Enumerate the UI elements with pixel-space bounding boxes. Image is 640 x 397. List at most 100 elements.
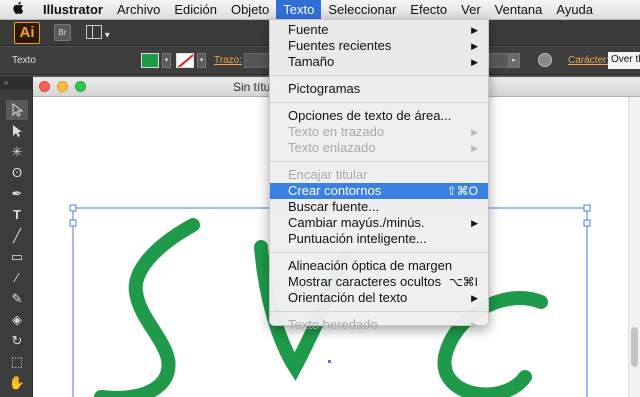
stroke-dropdown-icon[interactable]: ▾: [197, 53, 206, 68]
menu-item-texto-heredado: Texto heredado ▶: [270, 317, 488, 333]
menu-item-label: Mostrar caracteres ocultos: [288, 274, 442, 289]
menu-separator: [270, 311, 488, 312]
menu-illustrator[interactable]: Illustrator: [36, 0, 110, 20]
selection-tool-icon[interactable]: [6, 100, 28, 120]
menu-item-texto-en-trazado: Texto en trazado ▶: [270, 124, 488, 140]
menu-item-puntuacion-inteligente[interactable]: Puntuación inteligente...: [270, 231, 488, 247]
submenu-arrow-icon: ▶: [471, 218, 478, 228]
menu-item-shortcut: ⇧⌘O: [446, 184, 478, 198]
menu-item-encajar-titular: Encajar titular: [270, 167, 488, 183]
menu-edicion[interactable]: Edición: [167, 0, 224, 20]
menu-item-label: Opciones de texto de área...: [288, 108, 452, 123]
menu-item-label: Alineación óptica de margen: [288, 258, 453, 273]
menu-item-label: Fuentes recientes: [288, 38, 392, 53]
submenu-arrow-icon: ▶: [471, 41, 478, 51]
menu-item-tamano[interactable]: Tamaño ▶: [270, 54, 488, 70]
bbox-handle-right[interactable]: [583, 219, 591, 227]
menu-objeto[interactable]: Objeto: [224, 0, 276, 20]
pen-tool-icon[interactable]: ✒: [6, 184, 28, 204]
menu-ver[interactable]: Ver: [454, 0, 488, 20]
recolor-artwork-icon[interactable]: [538, 53, 552, 67]
scale-tool-icon[interactable]: ⬚: [6, 352, 28, 372]
menu-item-pictogramas[interactable]: Pictogramas: [270, 81, 488, 97]
menu-separator: [270, 161, 488, 162]
apple-logo-icon: [13, 1, 24, 15]
rotate-tool-icon[interactable]: ↻: [6, 331, 28, 351]
character-label-link[interactable]: Carácter:: [568, 55, 609, 66]
menu-item-label: Buscar fuente...: [288, 199, 380, 214]
menu-separator: [270, 75, 488, 76]
stroke-weight-field[interactable]: [244, 53, 268, 68]
illustrator-logo: Ai: [14, 22, 40, 44]
menu-item-orientacion-texto[interactable]: Orientación del texto ▶: [270, 290, 488, 306]
line-tool-icon[interactable]: ╱: [6, 226, 28, 246]
fill-color-swatch[interactable]: [141, 53, 159, 68]
menu-item-fuente[interactable]: Fuente ▶: [270, 22, 488, 38]
zoom-window-button[interactable]: [75, 81, 86, 92]
opacity-dropdown-icon[interactable]: ▸: [508, 53, 520, 68]
texto-dropdown-menu: Fuente ▶ Fuentes recientes ▶ Tamaño ▶ Picto…: [269, 19, 489, 332]
submenu-arrow-icon: ▶: [471, 127, 478, 137]
document-title: Sin títul: [233, 80, 274, 94]
vertical-scrollbar[interactable]: [628, 97, 640, 397]
close-window-button[interactable]: [39, 81, 50, 92]
magic-wand-tool-icon[interactable]: ✳: [6, 142, 28, 162]
stroke-color-swatch[interactable]: [176, 53, 194, 68]
menu-efecto[interactable]: Efecto: [403, 0, 454, 20]
menu-ventana[interactable]: Ventana: [488, 0, 550, 20]
menu-item-label: Texto en trazado: [288, 124, 385, 139]
arrange-documents-button[interactable]: ▾: [86, 24, 112, 41]
warp-tool-icon[interactable]: ✋: [6, 373, 28, 393]
type-tool-icon[interactable]: T: [6, 205, 28, 225]
tools-panel: » ✳ ʘ ✒ T ╱ ▭ ⁄ ✎ ◈ ↻ ⬚ ✋: [0, 76, 33, 397]
submenu-arrow-icon: ▶: [471, 25, 478, 35]
menu-item-label: Orientación del texto: [288, 290, 408, 305]
fill-dropdown-icon[interactable]: ▾: [162, 53, 171, 68]
chevron-down-icon: ▾: [104, 30, 110, 41]
menu-ayuda[interactable]: Ayuda: [549, 0, 600, 20]
menu-item-texto-enlazado: Texto enlazado ▶: [270, 140, 488, 156]
menu-item-label: Texto heredado: [288, 317, 378, 332]
letter-s-stroke: [94, 218, 200, 397]
pencil-tool-icon[interactable]: ✎: [6, 289, 28, 309]
menu-item-cambiar-mayus[interactable]: Cambiar mayús./minús. ▶: [270, 215, 488, 231]
selection-type-label: Texto: [12, 55, 36, 66]
menu-item-opciones-texto-area[interactable]: Opciones de texto de área...: [270, 108, 488, 124]
menu-separator: [270, 252, 488, 253]
stroke-label-link[interactable]: Trazo:: [214, 55, 242, 66]
menu-item-label: Pictogramas: [288, 81, 361, 96]
bridge-button[interactable]: Br: [54, 24, 71, 41]
lasso-tool-icon[interactable]: ʘ: [6, 163, 28, 183]
scrollbar-thumb[interactable]: [631, 327, 638, 367]
menu-item-label: Cambiar mayús./minús.: [288, 215, 425, 230]
menu-item-crear-contornos[interactable]: Crear contornos ⇧⌘O: [270, 183, 488, 199]
menu-item-mostrar-caracteres[interactable]: Mostrar caracteres ocultos ⌥⌘I: [270, 274, 488, 290]
menu-seleccionar[interactable]: Seleccionar: [321, 0, 403, 20]
menu-archivo[interactable]: Archivo: [110, 0, 167, 20]
menu-separator: [270, 102, 488, 103]
minimize-window-button[interactable]: [57, 81, 68, 92]
font-family-field[interactable]: Over the: [608, 52, 640, 69]
menu-item-label: Crear contornos: [288, 183, 382, 198]
submenu-arrow-icon: ▶: [471, 57, 478, 67]
apple-menu-icon[interactable]: [0, 1, 36, 18]
menu-texto[interactable]: Texto: [276, 0, 322, 20]
menu-item-fuentes-recientes[interactable]: Fuentes recientes ▶: [270, 38, 488, 54]
bbox-handle-top-right[interactable]: [583, 204, 591, 212]
direct-selection-tool-icon[interactable]: [6, 121, 28, 141]
paintbrush-tool-icon[interactable]: ⁄: [6, 268, 28, 288]
rectangle-tool-icon[interactable]: ▭: [6, 247, 28, 267]
menu-item-label: Fuente: [288, 22, 329, 37]
menu-item-buscar-fuente[interactable]: Buscar fuente...: [270, 199, 488, 215]
tools-panel-grip[interactable]: »: [0, 76, 33, 90]
menu-item-alineacion-optica[interactable]: Alineación óptica de margen: [270, 258, 488, 274]
submenu-arrow-icon: ▶: [471, 320, 478, 330]
submenu-arrow-icon: ▶: [471, 293, 478, 303]
bbox-center-point: [328, 360, 331, 363]
bbox-handle-top-left[interactable]: [69, 204, 77, 212]
menu-item-label: Texto enlazado: [288, 140, 376, 155]
layout-grid-icon: [86, 25, 102, 39]
bbox-handle-left[interactable]: [69, 219, 77, 227]
menu-item-label: Tamaño: [288, 54, 335, 69]
eraser-tool-icon[interactable]: ◈: [6, 310, 28, 330]
